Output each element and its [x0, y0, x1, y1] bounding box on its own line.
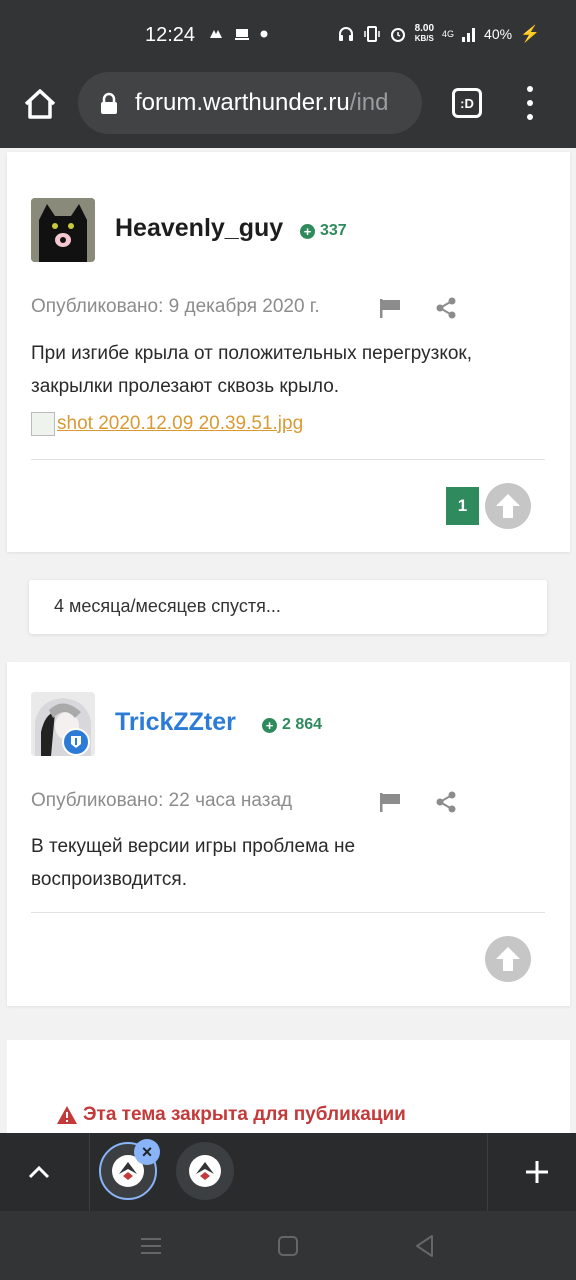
- divider: [31, 912, 545, 913]
- home-icon[interactable]: [20, 84, 60, 124]
- post-body: При изгибе крыла от положительных перегр…: [31, 343, 473, 397]
- expand-tabs-button[interactable]: [0, 1133, 78, 1211]
- tab-switcher-button[interactable]: :D: [452, 88, 482, 118]
- attachment-link[interactable]: shot 2020.12.09 20.39.51.jpg: [31, 412, 303, 436]
- browser-toolbar: forum.warthunder.ru/ind :D: [0, 72, 576, 148]
- speed-unit: KB/S: [414, 34, 434, 43]
- app-notification-icon: [210, 30, 222, 38]
- separator: [89, 1133, 90, 1211]
- battery-charging-icon: ⚡: [520, 26, 540, 43]
- overflow-menu-icon[interactable]: [522, 86, 538, 120]
- upvote-button[interactable]: [485, 483, 531, 529]
- reaction-count[interactable]: 1: [446, 487, 479, 525]
- more-notifications-dot-icon: [260, 30, 268, 38]
- chevron-up-icon: [28, 1165, 50, 1179]
- share-icon[interactable]: [435, 791, 457, 813]
- attachment-filename: shot 2020.12.09 20.39.51.jpg: [57, 413, 304, 434]
- anime-avatar-icon: [31, 692, 95, 756]
- tab-strip: ×: [0, 1133, 576, 1211]
- author-name[interactable]: TrickZZter: [115, 708, 236, 737]
- locked-notice-card: Эта тема закрыта для публикации: [7, 1040, 570, 1140]
- warthunder-favicon-icon: [189, 1155, 221, 1187]
- plus-icon: [526, 1161, 548, 1183]
- url-text: forum.warthunder.ru/ind: [135, 89, 388, 117]
- lock-icon: [101, 92, 117, 114]
- time-gap-notice: 4 месяца/месяцев спустя...: [29, 580, 547, 634]
- locked-message-text: Эта тема закрыта для публикации: [83, 1104, 406, 1125]
- headphones-icon: [338, 27, 353, 41]
- back-icon[interactable]: [412, 1233, 438, 1259]
- status-right-icons: 8.00 KB/S 4G 40% ⚡: [337, 24, 540, 44]
- arrow-up-icon: [496, 494, 520, 518]
- network-speed: 8.00 KB/S: [415, 24, 434, 44]
- device-notification-icon: [235, 29, 249, 40]
- post-date: Опубликовано: 9 декабря 2020 г.: [31, 296, 320, 317]
- post-card: Heavenly_guy + 337 Опубликовано: 9 декаб…: [7, 152, 570, 552]
- battery-percent: 40%: [484, 26, 513, 42]
- reputation-value: 337: [320, 222, 347, 239]
- reputation-value: 2 864: [282, 716, 323, 733]
- flag-icon[interactable]: [379, 792, 401, 812]
- url-domain: forum.warthunder.ru: [135, 89, 350, 116]
- post-body: В текущей версии игры проблема не воспро…: [31, 836, 356, 890]
- locked-message: Эта тема закрыта для публикации: [57, 1104, 406, 1126]
- alarm-icon: [390, 28, 405, 42]
- reputation-badge: + 2 864: [262, 716, 322, 734]
- black-cat-avatar-icon: [31, 198, 95, 262]
- divider: [31, 459, 545, 460]
- broken-image-icon: [31, 412, 55, 436]
- speed-value: 8.00: [414, 23, 435, 34]
- flag-icon[interactable]: [379, 298, 401, 318]
- network-type: 4G: [442, 29, 455, 39]
- share-icon[interactable]: [435, 297, 457, 319]
- avatar[interactable]: [31, 198, 95, 262]
- vibrate-icon: [363, 26, 380, 42]
- close-tab-icon[interactable]: ×: [134, 1139, 160, 1165]
- home-nav-icon[interactable]: [275, 1233, 301, 1259]
- address-bar[interactable]: forum.warthunder.ru/ind: [78, 72, 422, 134]
- url-path: /ind: [349, 89, 389, 116]
- separator: [487, 1133, 488, 1211]
- post-card: TrickZZter + 2 864 Опубликовано: 22 часа…: [7, 662, 570, 1006]
- new-tab-button[interactable]: [502, 1133, 572, 1211]
- warning-icon: [57, 1106, 77, 1124]
- tab-thumbnail[interactable]: [176, 1142, 234, 1200]
- reputation-badge: + 337: [300, 222, 347, 240]
- signal-icon: [462, 28, 476, 42]
- time-gap-text: 4 месяца/месяцев спустя...: [54, 596, 281, 616]
- status-time: 12:24: [145, 24, 196, 46]
- avatar[interactable]: [31, 692, 95, 756]
- notification-icons: [208, 26, 268, 42]
- recent-apps-icon[interactable]: [138, 1233, 164, 1259]
- author-name[interactable]: Heavenly_guy: [115, 214, 283, 243]
- plus-circle-icon: +: [300, 223, 315, 239]
- plus-circle-icon: +: [262, 717, 277, 733]
- post-date: Опубликовано: 22 часа назад: [31, 790, 293, 811]
- upvote-button[interactable]: [485, 936, 531, 982]
- status-bar: 12:24 8.00 KB/S 4G 40% ⚡: [0, 0, 576, 72]
- arrow-up-icon: [496, 947, 520, 971]
- system-nav-bar: [0, 1211, 576, 1280]
